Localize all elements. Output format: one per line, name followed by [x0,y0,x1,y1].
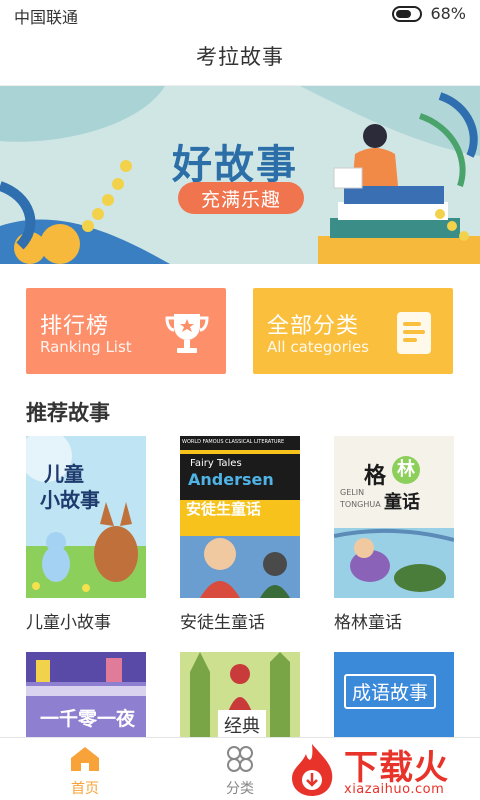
book-item[interactable]: 一千零一夜 [26,652,146,742]
book-item[interactable]: 成语故事 [334,652,454,742]
banner-pill: 充满乐趣 [178,182,304,214]
ranking-list-title: 排行榜 [40,314,110,339]
cover-title-line2: 童话 [384,492,420,513]
carrier-label: 中国联通 [14,8,79,27]
book-cover: 成语故事 [334,652,454,742]
tab-category-label: 分类 [226,781,254,797]
book-cover: 一千零一夜 [26,652,146,742]
book-cover: 格 林 童话 GELIN TONGHUA [334,436,454,598]
category-icon [227,746,253,772]
cover-title-line2: 小故事 [40,488,100,512]
book-item[interactable]: 儿童 小故事 儿童小故事 [26,436,146,633]
battery-indicator: 68% [392,4,466,23]
title-bar: 考拉故事 [0,26,480,86]
cover-title-en: Andersen [188,470,274,489]
tab-home[interactable]: 首页 [55,746,115,798]
book-title: 安徒生童话 [180,613,265,633]
recommend-section-title: 推荐故事 [26,401,110,425]
book-item[interactable]: WORLD FAMOUS CLASSICAL LITERATURE Fairy … [180,436,300,633]
tab-home-label: 首页 [71,781,99,797]
watermark-url: xiazaihuo.com [344,782,445,797]
all-categories-title: 全部分类 [267,314,360,339]
document-icon [397,312,431,354]
book-cover: 经典 [180,652,300,742]
battery-percent: 68% [430,4,466,23]
flame-icon [292,744,333,796]
trophy-icon [165,314,209,353]
watermark-logo: 下载火 xiazaihuo.com [284,738,474,800]
book-cover: WORLD FAMOUS CLASSICAL LITERATURE Fairy … [180,436,300,598]
status-bar: 中国联通 68% [0,0,480,27]
cover-title: 一千零一夜 [40,708,136,730]
promo-banner[interactable]: 好故事 充满乐趣 [0,86,480,264]
cover-title-line1: 儿童 [44,462,84,486]
cover-subtitle: Fairy Tales [190,458,242,469]
page-title: 考拉故事 [196,44,284,69]
book-item[interactable]: 格 林 童话 GELIN TONGHUA 格林童话 [334,436,454,633]
battery-icon [392,5,423,22]
cover-pinyin-1: GELIN [340,488,365,497]
cover-title: 成语故事 [344,674,437,709]
cover-title-cn: 安徒生童话 [186,500,262,518]
book-title: 格林童话 [334,613,402,633]
cover-series-label: WORLD FAMOUS CLASSICAL LITERATURE [182,439,285,445]
book-item[interactable]: 经典 [180,652,300,742]
home-icon [71,747,99,771]
tab-category[interactable]: 分类 [210,746,270,798]
cover-title-char1: 格 [364,464,387,489]
cover-title-char2: 林 [392,456,420,484]
all-categories-card[interactable]: 全部分类 All categories [253,288,453,374]
ranking-list-card[interactable]: 排行榜 Ranking List [26,288,226,374]
ranking-list-subtitle: Ranking List [40,338,132,356]
book-title: 儿童小故事 [26,613,111,633]
all-categories-subtitle: All categories [267,338,369,356]
book-cover: 儿童 小故事 [26,436,146,598]
cover-title: 经典 [218,710,266,740]
cover-pinyin-2: TONGHUA [340,500,381,509]
